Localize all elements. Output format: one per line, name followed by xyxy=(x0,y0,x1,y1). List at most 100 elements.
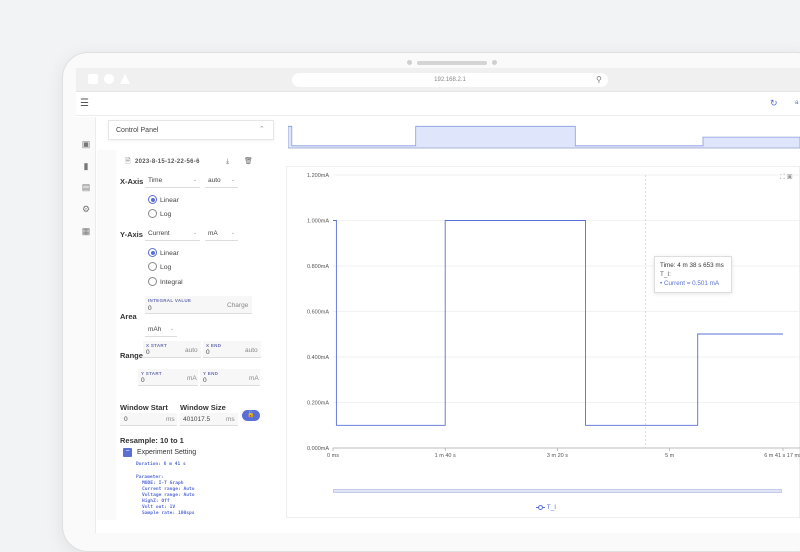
window-circle-icon[interactable] xyxy=(104,74,114,84)
area-unit-select[interactable]: mAh ⌄ xyxy=(145,322,177,337)
file-name: 2023-8-15-12-22-56-6 xyxy=(135,159,200,165)
legend-label: T_I xyxy=(546,504,557,511)
navigator-chart[interactable] xyxy=(288,120,800,152)
y-axis-label: Y-Axis xyxy=(120,230,143,239)
y-tick-label: 0.800mA xyxy=(307,264,329,270)
y-start-value: 0 xyxy=(141,377,145,384)
y-axis-quantity-value: Current xyxy=(148,230,170,237)
y-integral-radio[interactable] xyxy=(148,277,157,286)
side-rail xyxy=(76,117,96,533)
sensor-dot xyxy=(492,60,497,65)
chevron-down-icon: ⌄ xyxy=(192,177,197,183)
y-log-label: Log xyxy=(160,264,172,271)
chevron-up-icon[interactable]: ⌃ xyxy=(259,125,265,134)
y-tick-label: 1.000mA xyxy=(307,219,329,225)
y-tick-label: 0.600mA xyxy=(307,310,329,316)
bar-chart-icon[interactable]: ▮ xyxy=(80,160,92,172)
menu-icon[interactable]: ☰ xyxy=(80,98,89,109)
experiment-setting-label: Experiment Setting xyxy=(137,449,197,456)
y-end-unit: mA xyxy=(249,375,259,382)
app-bar xyxy=(76,92,800,116)
window-size-label: Window Size xyxy=(180,403,226,412)
legend-item[interactable]: T_I xyxy=(536,503,556,512)
current-time-chart[interactable]: 0.000mA 0.200mA 0.400mA 0.600mA 0.800mA 1.000… xyxy=(286,166,800,486)
document-icon[interactable]: ▤ xyxy=(80,181,92,193)
x-start-value: 0 xyxy=(146,349,150,356)
camera-dot xyxy=(407,60,412,65)
x-tick-label: 6 m 41 s 17 ms xyxy=(764,453,800,459)
y-tick-label: 0.400mA xyxy=(307,355,329,361)
chevron-down-icon: ⌄ xyxy=(230,177,235,183)
x-linear-radio[interactable] xyxy=(148,195,157,204)
y-axis-unit-value: mA xyxy=(208,230,218,237)
y-tick-label: 1.200mA xyxy=(307,173,329,179)
window-size-unit: ms xyxy=(226,416,235,423)
tooltip-value: • Current = 0.501 mA xyxy=(660,280,720,287)
experiment-setting-toggle[interactable]: − xyxy=(123,448,132,457)
x-tick-label: 5 m xyxy=(665,453,675,459)
monitor-icon[interactable]: ▣ xyxy=(80,138,92,150)
y-axis-quantity-select[interactable]: Current ⌄ xyxy=(145,226,200,241)
area-label: Area xyxy=(120,312,137,321)
x-end-value: 0 xyxy=(206,349,210,356)
lock-icon: 🔓 xyxy=(247,412,255,418)
tooltip-series: T_I: xyxy=(660,271,671,278)
chevron-down-icon: ⌄ xyxy=(169,326,174,332)
table-icon[interactable]: ▦ xyxy=(80,225,92,237)
lock-button[interactable]: 🔓 xyxy=(242,410,260,421)
window-size-value: 401017.5 xyxy=(183,416,211,423)
x-tick-label: 3 m 20 s xyxy=(547,453,568,459)
range-label: Range xyxy=(120,351,143,360)
chart-tooltip: Time: 4 m 38 s 653 ms T_I: • Current = 0… xyxy=(654,256,732,293)
integral-value: 0 xyxy=(148,305,152,312)
y-integral-label: Integral xyxy=(160,279,183,286)
settings-icon[interactable]: ⚙ xyxy=(80,203,92,215)
series-line xyxy=(333,220,783,426)
x-start-unit: auto xyxy=(185,347,198,354)
x-axis-label: X-Axis xyxy=(120,177,144,186)
device-speaker xyxy=(417,61,487,65)
tooltip-time: Time: 4 m 38 s 653 ms xyxy=(660,262,724,269)
x-log-radio[interactable] xyxy=(148,209,157,218)
chevron-down-icon: ⌄ xyxy=(192,230,197,236)
tooltip-value-text: Current = 0.501 mA xyxy=(663,280,720,287)
x-axis-range-select[interactable]: auto ⌄ xyxy=(205,173,238,188)
window-square-icon[interactable] xyxy=(88,74,98,84)
y-start-unit: mA xyxy=(187,375,197,382)
refresh-icon[interactable]: ↻ xyxy=(770,98,778,109)
address-bar[interactable]: 192.168.2.1 xyxy=(292,73,608,87)
y-linear-radio[interactable] xyxy=(148,248,157,257)
y-tick-label: 0.000mA xyxy=(307,446,329,452)
integral-unit: Charge xyxy=(227,302,249,309)
x-tick-label: 0 ms xyxy=(327,453,339,459)
y-linear-label: Linear xyxy=(160,250,179,257)
file-icon: 🗎 xyxy=(125,158,131,165)
y-axis-unit-select[interactable]: mA ⌄ xyxy=(205,226,238,241)
x-axis-range-value: auto xyxy=(208,177,221,184)
x-tick-label: 1 m 40 s xyxy=(435,453,456,459)
x-linear-label: Linear xyxy=(160,197,179,204)
x-axis-quantity-value: Time xyxy=(148,177,163,184)
x-end-unit: auto xyxy=(245,347,258,354)
window-start-unit: ms xyxy=(166,416,175,423)
x-log-label: Log xyxy=(160,211,172,218)
area-unit-value: mAh xyxy=(148,326,162,333)
control-panel-header[interactable]: Control Panel xyxy=(108,120,274,140)
y-end-value: 0 xyxy=(203,377,207,384)
search-icon[interactable]: ⚲ xyxy=(596,75,602,84)
x-axis-quantity-select[interactable]: Time ⌄ xyxy=(145,173,200,188)
window-start-value: 0 xyxy=(124,416,128,423)
trash-icon[interactable]: 🗑 xyxy=(244,157,253,166)
window-start-label: Window Start xyxy=(120,403,168,412)
appbar-right-text[interactable]: a xyxy=(795,99,798,108)
y-tick-label: 0.200mA xyxy=(307,401,329,407)
chart-scrollbar[interactable] xyxy=(333,489,782,493)
integral-value-label: INTEGRAL VALUE xyxy=(148,298,192,303)
resample-label: Resample: 10 to 1 xyxy=(120,436,184,445)
param-line: Sample rate: 100sps xyxy=(142,511,195,516)
legend-marker xyxy=(536,504,545,510)
duration-text: Duration: 6 m 41 s xyxy=(136,462,186,467)
window-triangle-icon[interactable] xyxy=(120,74,130,84)
y-log-radio[interactable] xyxy=(148,262,157,271)
download-icon[interactable]: ⤓ xyxy=(226,157,229,166)
